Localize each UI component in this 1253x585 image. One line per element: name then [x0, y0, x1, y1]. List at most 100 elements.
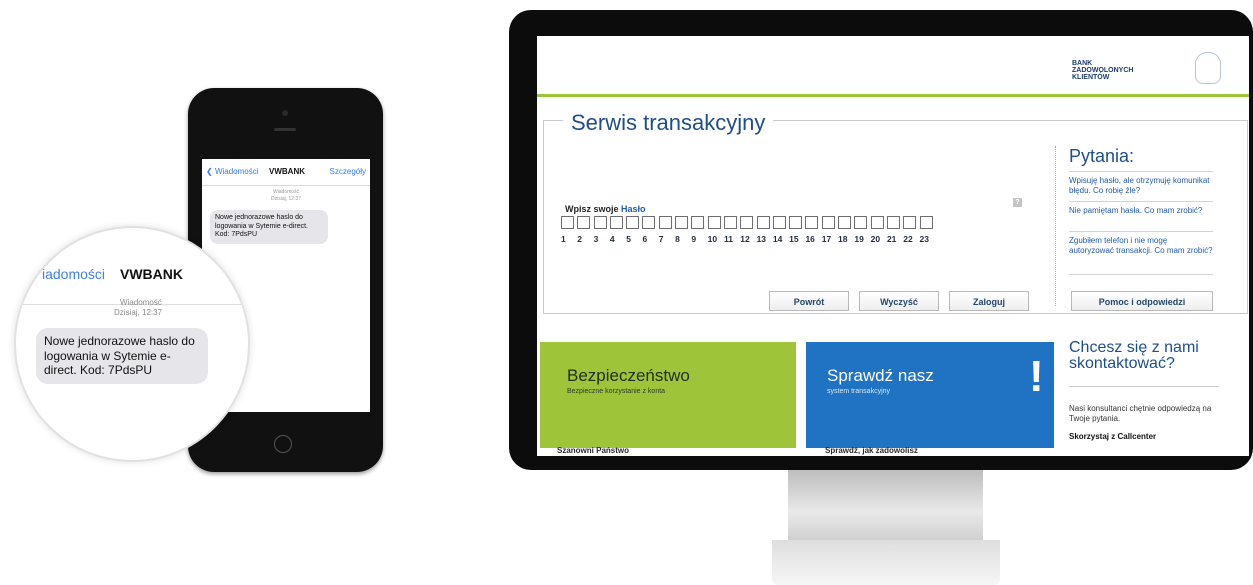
password-position-number: 21	[886, 234, 897, 244]
password-char-input[interactable]	[740, 216, 754, 229]
password-position-number: 9	[691, 234, 697, 244]
password-position-number: 14	[772, 234, 783, 244]
password-position-number: 6	[642, 234, 648, 244]
password-position-number: 15	[789, 234, 799, 244]
contact-title: Chcesz się z nami skontaktować?	[1069, 339, 1199, 372]
sms-bubble: Nowe jednorazowe haslo do logowania w Sy…	[210, 210, 328, 244]
magnified-sender: VWBANK	[120, 266, 183, 282]
contact-text: Nasi konsultanci chętnie odpowiedzą na T…	[1069, 404, 1212, 423]
logo-line-1: BANK	[1072, 60, 1093, 67]
password-char-input[interactable]	[593, 216, 607, 229]
message-meta-time: Dzisiaj, 12:37	[270, 196, 301, 202]
messages-back-button[interactable]: ❮ Wiadomości	[206, 167, 259, 176]
bank-logo-text: BANK ZADOWOLONYCH KLIENTÓW	[1072, 60, 1133, 81]
password-char-input[interactable]	[675, 216, 689, 229]
questions-separator	[1069, 171, 1213, 172]
password-position-number: 7	[658, 234, 664, 244]
password-char-input[interactable]	[707, 216, 721, 229]
front-camera	[282, 110, 288, 116]
help-icon[interactable]: ?	[1013, 198, 1022, 207]
questions-separator	[1069, 231, 1213, 232]
messages-back-label: Wiadomości	[214, 167, 259, 176]
bottom-middle-heading: Sprawdź, jak zadowolisz	[825, 446, 918, 455]
password-position-number: 19	[854, 234, 864, 244]
password-char-input[interactable]	[658, 216, 672, 229]
question-link-3[interactable]: Zgubiłem telefon i nie mogę autoryzować …	[1069, 236, 1214, 256]
password-position-number: 22	[903, 234, 913, 244]
back-button[interactable]: Powrót	[769, 291, 849, 311]
password-position-number: 18	[838, 234, 848, 244]
security-tile-title: Bezpieczeństwo	[567, 366, 690, 385]
password-char-input[interactable]	[626, 216, 640, 229]
password-char-input[interactable]	[854, 216, 868, 229]
password-char-input[interactable]	[561, 216, 574, 229]
password-char-input[interactable]	[919, 216, 933, 229]
password-char-input[interactable]	[642, 216, 656, 229]
password-position-number: 12	[740, 234, 750, 244]
clear-button[interactable]: Wyczyść	[859, 291, 939, 311]
password-char-input[interactable]	[772, 216, 786, 229]
questions-separator	[1069, 274, 1213, 275]
password-position-number: 16	[805, 234, 815, 244]
callcenter-link[interactable]: Skorzystaj z Callcenter	[1069, 432, 1156, 441]
monitor-stand-neck	[788, 470, 983, 540]
contact-separator	[1069, 386, 1219, 387]
password-char-input[interactable]	[756, 216, 770, 229]
password-char-input[interactable]	[870, 216, 884, 229]
password-position-number: 17	[821, 234, 832, 244]
password-char-input[interactable]	[805, 216, 819, 229]
password-position-number: 20	[870, 234, 881, 244]
bank-logo-icon	[1195, 52, 1221, 84]
login-button[interactable]: Zaloguj	[949, 291, 1029, 311]
password-position-number: 3	[593, 234, 599, 244]
password-position-number: 2	[577, 234, 583, 244]
exclamation-icon: !	[1029, 352, 1044, 401]
password-char-input[interactable]	[609, 216, 623, 229]
password-char-input[interactable]	[723, 216, 737, 229]
password-position-number: 5	[626, 234, 631, 244]
password-position-number: 4	[609, 234, 615, 244]
home-button[interactable]	[274, 435, 292, 453]
magnified-meta-time: Dzisiaj, 12:37	[114, 308, 163, 317]
check-tile-title: Sprawdź nasz	[827, 366, 934, 385]
conversation-sender: VWBANK	[269, 167, 305, 176]
check-tile-subtitle: system transakcyjny	[827, 388, 891, 395]
security-tile[interactable]	[540, 342, 796, 448]
check-system-tile[interactable]	[806, 342, 1054, 448]
logo-line-2: ZADOWOLONYCH	[1072, 67, 1134, 74]
password-masked-inputs	[561, 216, 936, 229]
magnified-meta-label: Wiadomość	[120, 298, 162, 307]
chevron-left-icon: ❮	[206, 167, 213, 176]
password-position-number: 10	[707, 234, 718, 244]
security-tile-subtitle: Bezpieczne korzystanie z konta	[567, 388, 666, 395]
password-position-number: 1	[561, 234, 566, 244]
password-char-input[interactable]	[838, 216, 852, 229]
password-char-input[interactable]	[691, 216, 705, 229]
password-char-input[interactable]	[577, 216, 591, 229]
bottom-left-heading: Szanowni Państwo	[557, 446, 630, 455]
password-position-number: 13	[756, 234, 767, 244]
help-answers-button[interactable]: Pomoc i odpowiedzi	[1071, 291, 1213, 311]
password-position-number: 8	[675, 234, 680, 244]
details-button[interactable]: Szczegóły	[330, 167, 366, 176]
password-position-number: 23	[919, 234, 929, 244]
question-link-2[interactable]: Nie pamiętam hasła. Co mam zrobić?	[1069, 206, 1214, 216]
questions-title: Pytania:	[1069, 146, 1135, 166]
message-magnifier: iadomości VWBANK Wiadomość Dzisiaj, 12:3…	[14, 226, 250, 462]
question-link-1[interactable]: Wpisuję hasło, ale otrzymuję komunikat b…	[1069, 176, 1214, 196]
password-char-input[interactable]	[821, 216, 835, 229]
magnified-back-label: iadomości	[42, 266, 106, 282]
monitor-screen: BANK ZADOWOLONYCH KLIENTÓW Serwis transa…	[537, 36, 1249, 456]
password-label-prefix: Wpisz swoje	[565, 204, 619, 214]
password-char-input[interactable]	[903, 216, 917, 229]
monitor-stand-base	[772, 540, 1000, 585]
panel-title: Serwis transakcyjny	[563, 110, 774, 136]
header-green-line	[537, 94, 1249, 97]
password-char-input[interactable]	[886, 216, 900, 229]
password-char-input[interactable]	[789, 216, 803, 229]
password-position-numbers: 1 2 3 4 5 6 7 8 9 10 11 12 13 14 15 16 17 18 19 20 21 22 23	[561, 234, 936, 244]
logo-line-3: KLIENTÓW	[1072, 74, 1110, 81]
magnified-sms-bubble: Nowe jednorazowe haslo do logowania w Sy…	[36, 328, 208, 384]
messages-header: ❮ Wiadomości VWBANK Szczegóły	[202, 159, 370, 186]
questions-separator	[1069, 201, 1213, 202]
